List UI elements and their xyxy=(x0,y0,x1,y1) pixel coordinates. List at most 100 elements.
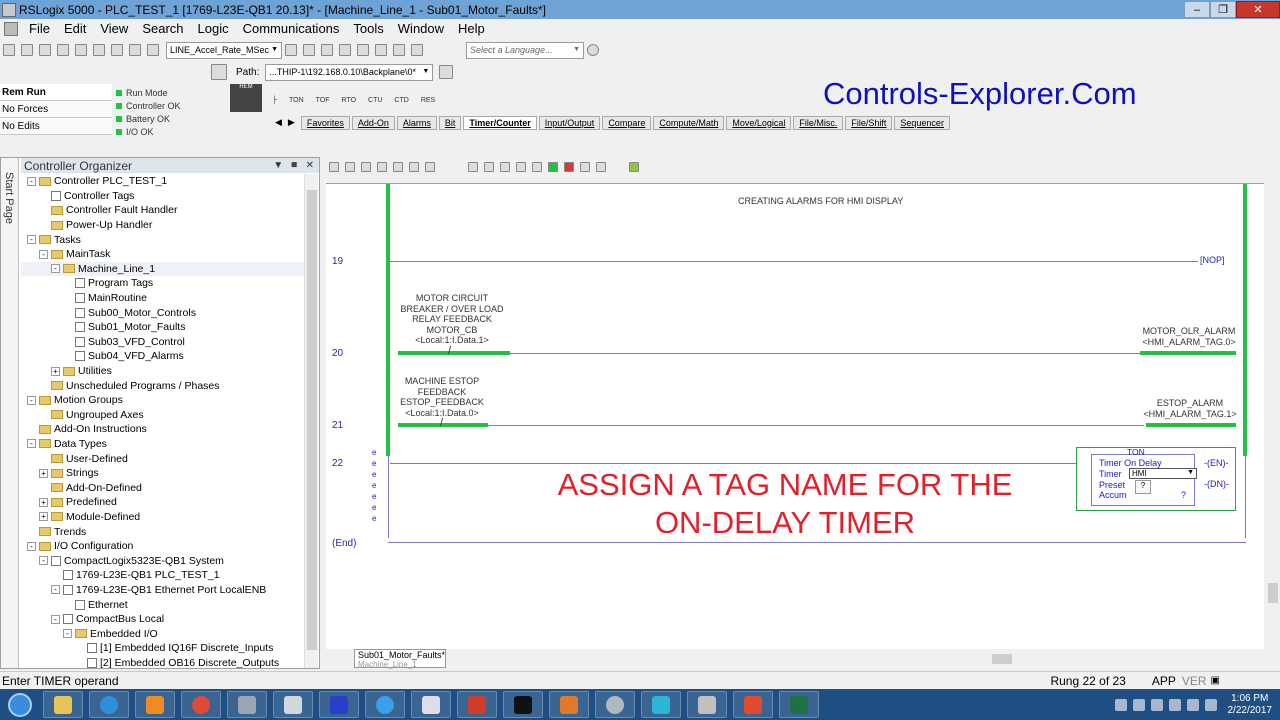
tab-file-shift[interactable]: File/Shift xyxy=(845,115,893,130)
rung-number[interactable]: 20 xyxy=(332,348,343,359)
collapse-icon[interactable]: - xyxy=(51,614,60,624)
rung-number[interactable]: 21 xyxy=(332,420,343,431)
taskbar-settings[interactable] xyxy=(595,691,635,718)
tree-item[interactable]: - CompactBus Local xyxy=(21,612,304,627)
palette-ctd[interactable]: CTD xyxy=(394,97,408,104)
tree-item[interactable]: - Embedded I/O xyxy=(21,626,304,641)
tab-scroll-left-icon[interactable]: ◀ xyxy=(275,117,282,128)
ton-instruction[interactable]: TON Timer On Delay Timer HMI ▼ ? Preset A… xyxy=(1076,447,1236,511)
rung-number[interactable]: 22 xyxy=(332,458,343,469)
document-icon[interactable] xyxy=(4,21,18,36)
chevron-down-icon[interactable]: ▼ xyxy=(1187,469,1194,476)
expand-icon[interactable]: + xyxy=(39,512,48,522)
tree-item[interactable]: - Controller PLC_TEST_1 xyxy=(21,174,304,189)
cancel-edits-icon[interactable] xyxy=(500,162,510,172)
test-edits-icon[interactable] xyxy=(516,162,526,172)
branch-add-icon[interactable] xyxy=(345,162,355,172)
language-combo[interactable]: Select a Language... ▼ xyxy=(466,41,584,59)
tree-item[interactable]: Controller Fault Handler xyxy=(21,203,304,218)
nop-instruction[interactable]: [NOP] xyxy=(1200,255,1225,265)
taskbar-paint[interactable] xyxy=(733,691,773,718)
collapse-icon[interactable]: - xyxy=(39,249,48,259)
menu-view[interactable]: View xyxy=(93,21,135,36)
network-icon[interactable] xyxy=(211,64,227,80)
taskbar-explorer[interactable] xyxy=(43,691,83,718)
zoom-out-icon[interactable] xyxy=(411,44,423,56)
tree-item[interactable]: - Machine_Line_1 xyxy=(21,261,304,277)
tree-item[interactable]: - Motion Groups xyxy=(21,393,304,408)
taskbar-calculator[interactable] xyxy=(273,691,313,718)
tree-item[interactable]: Sub01_Motor_Faults xyxy=(21,320,304,335)
taskbar-factorytalk[interactable] xyxy=(641,691,681,718)
forces-status[interactable]: No Forces xyxy=(0,101,112,118)
untest-edits-icon[interactable] xyxy=(532,162,542,172)
zoom-in-icon[interactable] xyxy=(393,44,405,56)
taskbar-studio[interactable] xyxy=(319,691,359,718)
tab-add-on[interactable]: Add-On xyxy=(351,115,395,130)
undo-icon[interactable] xyxy=(129,44,141,56)
verify-icon[interactable] xyxy=(321,44,333,56)
menu-edit[interactable]: Edit xyxy=(57,21,93,36)
tree-item[interactable]: Ethernet xyxy=(21,597,304,612)
tree-item[interactable]: 1769-L23E-QB1 PLC_TEST_1 xyxy=(21,568,304,583)
ladder-vertical-scrollbar[interactable] xyxy=(1266,183,1280,649)
taskbar-browser[interactable] xyxy=(365,691,405,718)
tree-item[interactable]: Sub00_Motor_Controls xyxy=(21,305,304,320)
open-icon[interactable] xyxy=(21,44,33,56)
tab-sequencer[interactable]: Sequencer xyxy=(894,115,950,130)
browse-icon[interactable] xyxy=(339,44,351,56)
tree-item[interactable]: + Predefined xyxy=(21,495,304,510)
tab-scroll-right-icon[interactable]: ▶ xyxy=(288,117,295,128)
tab-input-output[interactable]: Input/Output xyxy=(538,115,601,130)
tree-item[interactable]: MainRoutine xyxy=(21,291,304,306)
organizer-controls[interactable]: ▼◾✕ xyxy=(273,160,319,171)
expand-icon[interactable]: + xyxy=(39,497,48,507)
palette-ton[interactable]: TON xyxy=(289,97,304,104)
tab-favorites[interactable]: Favorites xyxy=(300,115,350,130)
power-icon[interactable] xyxy=(1186,698,1199,711)
organizer-scrollbar[interactable] xyxy=(304,174,318,668)
find-icon[interactable] xyxy=(285,44,297,56)
path-combo[interactable]: ...THIP-1\192.168.0.10\Backplane\0* ▼ xyxy=(265,63,434,81)
branch-icon[interactable]: ├ xyxy=(272,97,277,104)
collapse-icon[interactable]: - xyxy=(39,556,48,566)
close-button[interactable]: ✕ xyxy=(1236,1,1280,18)
tree-item[interactable]: Unscheduled Programs / Phases xyxy=(21,378,304,393)
verify-rung-icon[interactable] xyxy=(548,162,558,172)
save-icon[interactable] xyxy=(39,44,51,56)
tab-compare[interactable]: Compare xyxy=(602,115,652,130)
tree-item[interactable]: + Utilities xyxy=(21,364,304,379)
menu-communications[interactable]: Communications xyxy=(236,21,347,36)
taskbar-snipping[interactable] xyxy=(411,691,451,718)
tree-item[interactable]: + Module-Defined xyxy=(21,510,304,525)
xic-tag[interactable]: MOTOR_CB xyxy=(392,325,512,336)
collapse-icon[interactable]: - xyxy=(51,585,60,595)
routine-tab[interactable]: Sub01_Motor_Faults* Machine_Line_1 xyxy=(354,649,446,669)
cut-icon[interactable] xyxy=(75,44,87,56)
assemble-icon[interactable] xyxy=(580,162,590,172)
collapse-icon[interactable]: - xyxy=(51,264,60,274)
tree-item[interactable]: Add-On-Defined xyxy=(21,480,304,495)
menu-tools[interactable]: Tools xyxy=(346,21,390,36)
tab-bit[interactable]: Bit xyxy=(438,115,462,130)
comment-icon[interactable] xyxy=(377,162,387,172)
taskbar-tool[interactable] xyxy=(227,691,267,718)
taskbar-excel[interactable] xyxy=(779,691,819,718)
tab-alarms[interactable]: Alarms xyxy=(396,115,437,130)
branch-level-icon[interactable] xyxy=(361,162,371,172)
menu-search[interactable]: Search xyxy=(135,21,190,36)
accept-edits-icon[interactable] xyxy=(484,162,494,172)
menu-help[interactable]: Help xyxy=(451,21,492,36)
menu-file[interactable]: File xyxy=(22,21,57,36)
go-icon[interactable] xyxy=(629,162,639,172)
expand-icon[interactable]: + xyxy=(39,468,48,478)
taskbar-network[interactable] xyxy=(549,691,589,718)
rung-icon[interactable] xyxy=(329,162,339,172)
palette-rto[interactable]: RTO xyxy=(342,97,357,104)
scroll-thumb[interactable] xyxy=(992,654,1012,664)
tree-item[interactable]: Power-Up Handler xyxy=(21,218,304,233)
tree-item[interactable]: Program Tags xyxy=(21,276,304,291)
sync-icon[interactable] xyxy=(1168,698,1181,711)
tree-item[interactable]: - 1769-L23E-QB1 Ethernet Port LocalENB xyxy=(21,583,304,598)
copy-icon[interactable] xyxy=(93,44,105,56)
